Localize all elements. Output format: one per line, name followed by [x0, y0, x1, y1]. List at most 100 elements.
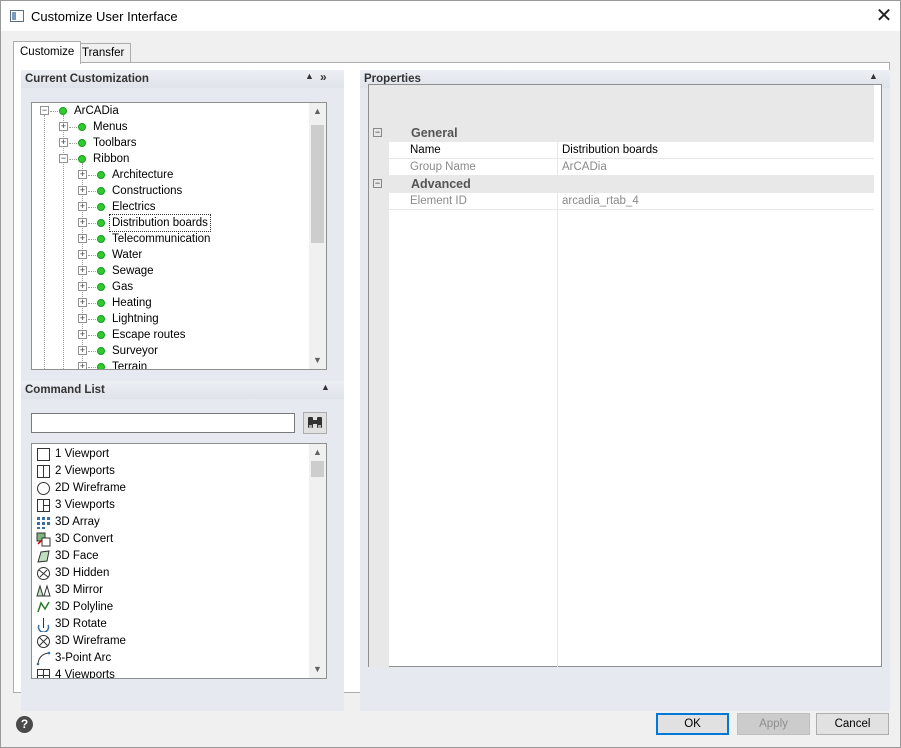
tree-node[interactable]: + Water: [32, 247, 310, 263]
collapse-minus-icon[interactable]: −: [40, 106, 49, 115]
collapse-minus-icon[interactable]: −: [59, 154, 68, 163]
expand-plus-icon[interactable]: +: [78, 170, 87, 179]
tree-node[interactable]: + Constructions: [32, 183, 310, 199]
tree-node[interactable]: + Electrics: [32, 199, 310, 215]
tab-transfer[interactable]: Transfer: [75, 43, 132, 63]
tree-node-label[interactable]: Terrain: [110, 359, 149, 369]
command-list-item[interactable]: 3D Rotate: [36, 616, 306, 633]
tree-node[interactable]: + Architecture: [32, 167, 310, 183]
find-command-button[interactable]: [303, 412, 327, 434]
tree-node-label[interactable]: Toolbars: [91, 135, 138, 151]
scroll-down-icon[interactable]: ▼: [309, 661, 326, 678]
close-icon[interactable]: ✕: [868, 1, 900, 32]
tree-node[interactable]: + Surveyor: [32, 343, 310, 359]
scroll-up-icon[interactable]: ▲: [309, 103, 326, 120]
command-list-item[interactable]: 3D Face: [36, 548, 306, 565]
command-list-item[interactable]: 3D Hidden: [36, 565, 306, 582]
command-label: 3 Viewports: [55, 499, 115, 511]
expand-plus-icon[interactable]: +: [59, 122, 68, 131]
command-list-item[interactable]: 1 Viewport: [36, 446, 306, 463]
tree-node-label[interactable]: Ribbon: [91, 151, 131, 167]
command-list-item[interactable]: 4 Viewports: [36, 667, 306, 678]
category-general[interactable]: − General: [369, 125, 874, 142]
tree-node-label[interactable]: Heating: [110, 295, 154, 311]
command-list-item[interactable]: 3D Mirror: [36, 582, 306, 599]
scroll-up-icon[interactable]: ▲: [309, 444, 326, 461]
apply-button[interactable]: Apply: [737, 713, 810, 735]
expand-plus-icon[interactable]: +: [78, 282, 87, 291]
expand-plus-icon[interactable]: +: [59, 138, 68, 147]
command-list-item[interactable]: 3D Array: [36, 514, 306, 531]
expand-plus-icon[interactable]: +: [78, 234, 87, 243]
command-list-item[interactable]: 3D Wireframe: [36, 633, 306, 650]
tab-customize[interactable]: Customize: [13, 41, 82, 64]
tree-scrollbar[interactable]: ▲ ▼: [309, 103, 326, 369]
scroll-thumb[interactable]: [311, 125, 324, 243]
tree-node[interactable]: + Telecommunication: [32, 231, 310, 247]
tree-node-label[interactable]: Telecommunication: [110, 231, 212, 247]
command-list-item[interactable]: 3D Convert: [36, 531, 306, 548]
expand-plus-icon[interactable]: +: [78, 266, 87, 275]
property-row-element-id[interactable]: Element ID arcadia_rtab_4: [389, 193, 874, 210]
command-list-item[interactable]: 2D Wireframe: [36, 480, 306, 497]
tree-node[interactable]: − Ribbon: [32, 151, 310, 167]
tree-node-label[interactable]: Gas: [110, 279, 135, 295]
tree-node-label[interactable]: Escape routes: [110, 327, 188, 343]
scroll-down-icon[interactable]: ▼: [309, 352, 326, 369]
expand-plus-icon[interactable]: +: [78, 346, 87, 355]
tree-node[interactable]: + Escape routes: [32, 327, 310, 343]
tree-node[interactable]: − ArCADia: [32, 103, 310, 119]
expand-panel-icon[interactable]: »: [320, 70, 327, 84]
expand-plus-icon[interactable]: +: [78, 186, 87, 195]
expand-plus-icon[interactable]: +: [78, 362, 87, 369]
category-advanced[interactable]: − Advanced: [369, 176, 874, 193]
property-grid[interactable]: − General Name Distribution boards Group…: [368, 84, 882, 668]
expand-plus-icon[interactable]: +: [78, 218, 87, 227]
collapse-minus-icon[interactable]: −: [373, 128, 382, 137]
property-row-name[interactable]: Name Distribution boards: [389, 142, 874, 159]
tree-node-label[interactable]: Sewage: [110, 263, 156, 279]
command-list-scrollbar[interactable]: ▲ ▼: [309, 444, 326, 678]
collapse-up-icon[interactable]: ▲: [321, 382, 330, 392]
help-icon[interactable]: ?: [16, 716, 33, 733]
scroll-thumb[interactable]: [311, 461, 324, 477]
customization-tree[interactable]: − ArCADia + Menus + Toolbars − Ribbon + Architect…: [31, 102, 327, 370]
tree-node-label[interactable]: Architecture: [110, 167, 175, 183]
expand-plus-icon[interactable]: +: [78, 330, 87, 339]
expand-plus-icon[interactable]: +: [78, 298, 87, 307]
command-search-input[interactable]: [31, 413, 295, 433]
collapse-up-icon[interactable]: ▲: [305, 71, 314, 81]
tree-node[interactable]: + Menus: [32, 119, 310, 135]
tree-node[interactable]: + Terrain: [32, 359, 310, 369]
tree-node-label[interactable]: Electrics: [110, 199, 157, 215]
tree-node-label[interactable]: Constructions: [110, 183, 184, 199]
tree-node-label[interactable]: Water: [110, 247, 144, 263]
property-row-group-name[interactable]: Group Name ArCADia: [389, 159, 874, 176]
command-list-item[interactable]: 3-Point Arc: [36, 650, 306, 667]
collapse-minus-icon[interactable]: −: [373, 179, 382, 188]
property-value[interactable]: Distribution boards: [562, 144, 658, 156]
tree-node[interactable]: + Sewage: [32, 263, 310, 279]
tree-node-label[interactable]: Distribution boards: [109, 214, 211, 232]
command-list-item[interactable]: 3 Viewports: [36, 497, 306, 514]
tree-node-label[interactable]: Lightning: [110, 311, 161, 327]
cancel-button[interactable]: Cancel: [816, 713, 889, 735]
tree-node-label[interactable]: Surveyor: [110, 343, 160, 359]
tree-node[interactable]: + Gas: [32, 279, 310, 295]
tree-node[interactable]: + Distribution boards: [32, 214, 310, 232]
tree-node-label[interactable]: ArCADia: [72, 103, 121, 119]
command-list-item[interactable]: 3D Polyline: [36, 599, 306, 616]
tree-node[interactable]: + Heating: [32, 295, 310, 311]
tree-node-label[interactable]: Menus: [91, 119, 130, 135]
command-list-item[interactable]: 2 Viewports: [36, 463, 306, 480]
command-label: 3D Wireframe: [55, 635, 126, 647]
tree-node[interactable]: + Toolbars: [32, 135, 310, 151]
command-list[interactable]: 1 Viewport 2 Viewports 2D Wireframe 3 Viewp…: [31, 443, 327, 679]
command-label: 3D Rotate: [55, 618, 107, 630]
collapse-up-icon[interactable]: ▲: [869, 71, 878, 81]
expand-plus-icon[interactable]: +: [78, 314, 87, 323]
expand-plus-icon[interactable]: +: [78, 250, 87, 259]
expand-plus-icon[interactable]: +: [78, 202, 87, 211]
ok-button[interactable]: OK: [656, 713, 729, 735]
tree-node[interactable]: + Lightning: [32, 311, 310, 327]
